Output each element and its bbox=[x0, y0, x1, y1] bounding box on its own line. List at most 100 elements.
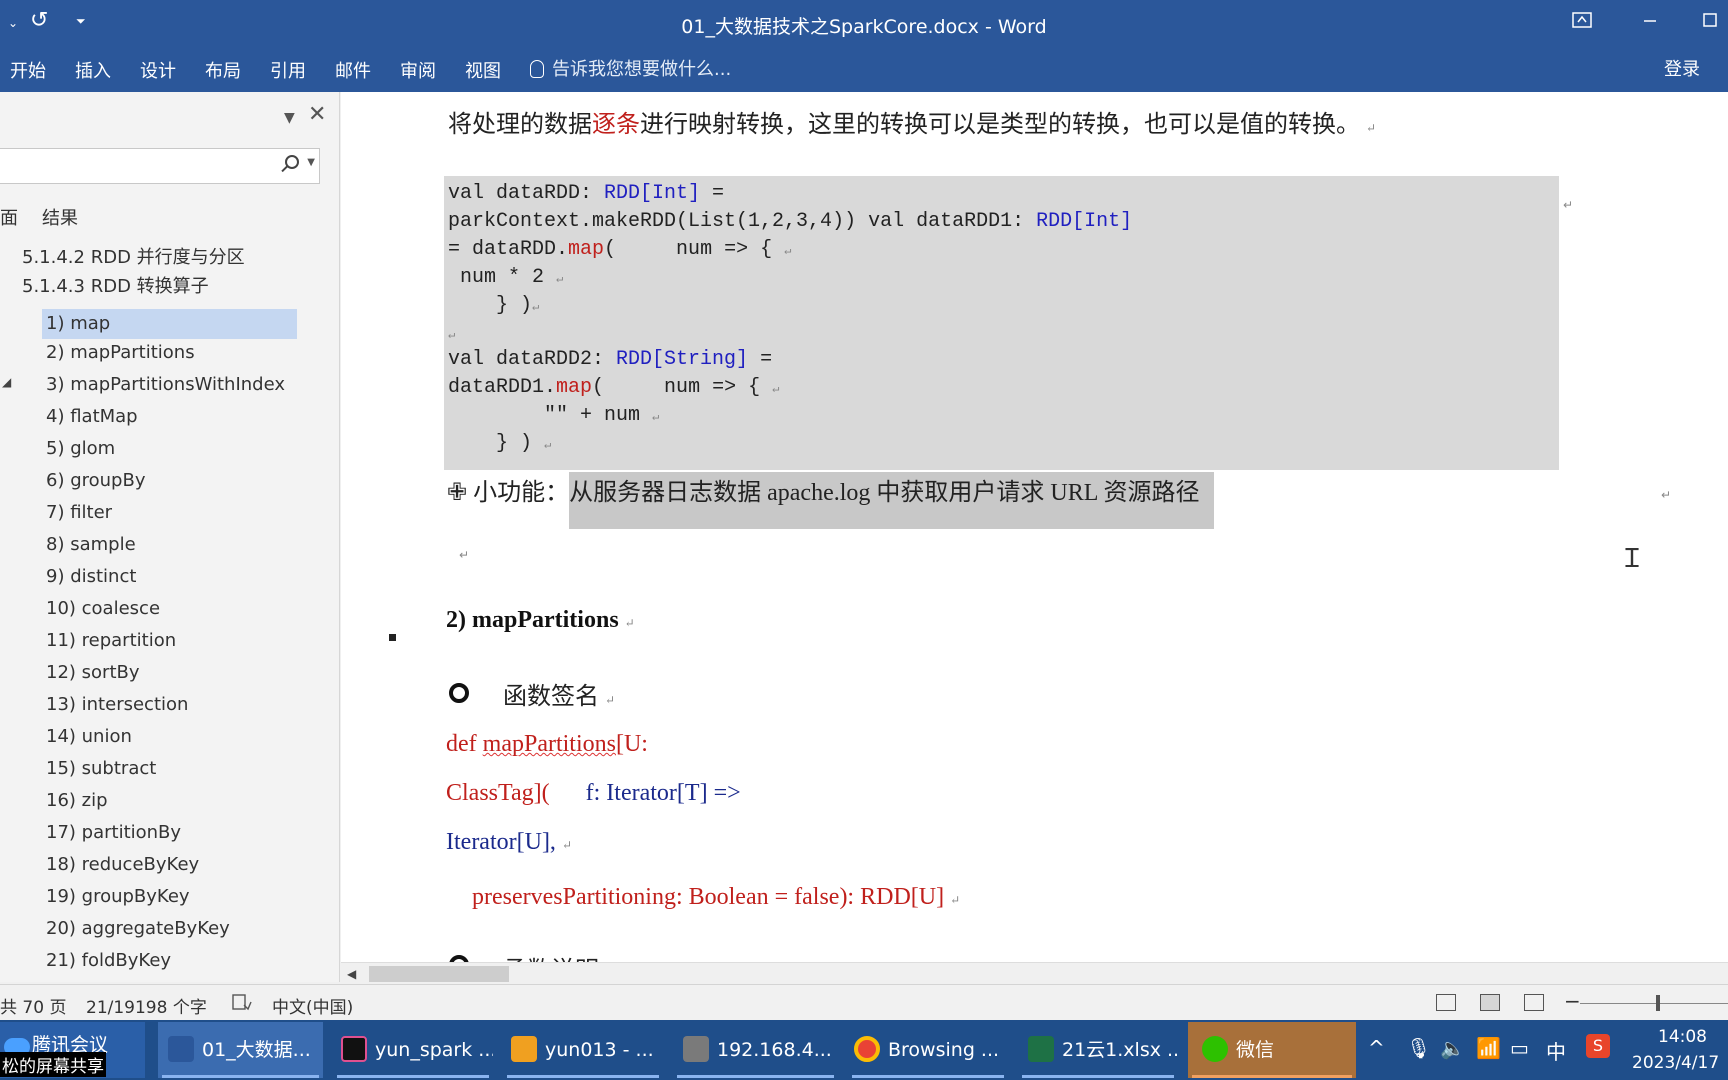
nav-item[interactable]: 12) sortBy bbox=[46, 658, 140, 688]
code-classtag-line: ClassTag](f: Iterator[T] => bbox=[446, 780, 741, 806]
bullet-circle-icon bbox=[449, 683, 469, 703]
intellij-icon bbox=[341, 1036, 367, 1062]
page-count[interactable]: 共 70 页 bbox=[0, 993, 66, 1018]
code-line: } ) ↵ bbox=[448, 432, 552, 455]
word-count[interactable]: 21/19198 个字 bbox=[86, 993, 207, 1018]
nav-item[interactable]: 16) zip bbox=[46, 786, 108, 816]
next-heading: 函数说明 bbox=[503, 950, 599, 962]
sogou-ime-icon[interactable]: S bbox=[1586, 1034, 1610, 1058]
taskbar-excel[interactable]: 21云1.xlsx ... bbox=[1018, 1022, 1178, 1078]
taskbar-intellij[interactable]: yun_spark ... bbox=[333, 1022, 493, 1078]
terminal-icon bbox=[511, 1036, 537, 1062]
meeting-app-button[interactable]: 腾讯会议 松的屏幕共享 bbox=[0, 1022, 145, 1078]
document-canvas[interactable]: 将处理的数据逐条进行映射转换，这里的转换可以是类型的转换，也可以是值的转换。 ↵… bbox=[341, 92, 1728, 962]
pane-options-icon[interactable]: ▼ bbox=[284, 110, 295, 126]
feature-paragraph: ✙ 小功能：从服务器日志数据 apache.log 中获取用户请求 URL 资源… bbox=[447, 472, 1214, 529]
zoom-slider-knob[interactable] bbox=[1656, 995, 1660, 1011]
paragraph-map-description: 将处理的数据逐条进行映射转换，这里的转换可以是类型的转换，也可以是值的转换。 ↵ bbox=[448, 112, 1377, 138]
taskbar-word[interactable]: 01_大数据... bbox=[158, 1022, 323, 1078]
paragraph-mark: ↵ bbox=[1563, 198, 1574, 212]
login-button[interactable]: 登录 bbox=[1664, 55, 1700, 81]
nav-search-input[interactable]: ▼ bbox=[0, 148, 320, 184]
tray-chevron-up-icon[interactable]: ^ bbox=[1368, 1036, 1385, 1060]
tell-me-search[interactable]: 告诉我您想要做什么... bbox=[530, 55, 731, 81]
microphone-icon[interactable]: 🎙 bbox=[1406, 1036, 1431, 1060]
tab-insert[interactable]: 插入 bbox=[75, 55, 111, 85]
volume-icon[interactable]: 🔈 bbox=[1440, 1036, 1465, 1060]
tab-home[interactable]: 开始 bbox=[10, 55, 46, 85]
code-iterator-line: Iterator[U], ↵ bbox=[446, 829, 572, 855]
bullet-circle-icon bbox=[449, 955, 469, 962]
network-icon[interactable]: 📶 bbox=[1476, 1036, 1501, 1060]
tab-view[interactable]: 视图 bbox=[465, 55, 501, 85]
code-line: val dataRDD2: RDD[String] = bbox=[448, 348, 773, 371]
tab-results[interactable]: 结果 bbox=[42, 204, 78, 230]
nav-item[interactable]: 13) intersection bbox=[46, 690, 188, 720]
nav-item[interactable]: 20) aggregateByKey bbox=[46, 914, 230, 944]
battery-icon[interactable]: ▭ bbox=[1510, 1036, 1529, 1060]
nav-item[interactable]: 21) foldByKey bbox=[46, 946, 171, 976]
nav-item[interactable]: 2) mapPartitions bbox=[46, 338, 195, 368]
excel-icon bbox=[1028, 1036, 1054, 1062]
code-block: val dataRDD: RDD[Int] = parkContext.make… bbox=[444, 176, 1559, 470]
ribbon-display-options-icon[interactable] bbox=[1562, 8, 1602, 38]
scroll-left-icon[interactable]: ◀ bbox=[347, 967, 356, 981]
zoom-slider[interactable] bbox=[1580, 1003, 1728, 1004]
section-heading: 2) mapPartitions ↵ bbox=[446, 607, 635, 633]
nav-item[interactable]: 7) filter bbox=[46, 498, 112, 528]
minimize-icon[interactable] bbox=[1630, 8, 1670, 38]
paragraph-mark: ↵ bbox=[1661, 488, 1672, 502]
chevron-down-icon[interactable]: ▼ bbox=[307, 157, 315, 168]
restore-icon[interactable] bbox=[1690, 8, 1728, 38]
nav-item[interactable]: 10) coalesce bbox=[46, 594, 160, 624]
nav-item[interactable]: 14) union bbox=[46, 722, 132, 752]
status-bar: 共 70 页 21/19198 个字 中文(中国) − bbox=[0, 984, 1728, 1020]
code-line: ↵ bbox=[448, 328, 456, 342]
nav-item[interactable]: 6) groupBy bbox=[46, 466, 145, 496]
web-layout-icon[interactable] bbox=[1524, 994, 1544, 1011]
remote-desktop-icon bbox=[683, 1036, 709, 1062]
zoom-out-icon[interactable]: − bbox=[1564, 989, 1581, 1013]
close-pane-icon[interactable]: ✕ bbox=[308, 102, 326, 127]
taskbar-wechat[interactable]: 微信 bbox=[1188, 1022, 1356, 1078]
code-line: dataRDD1.map( num => { ↵ bbox=[448, 376, 780, 399]
ime-indicator[interactable]: 中 bbox=[1546, 1036, 1566, 1065]
search-icon[interactable] bbox=[285, 155, 299, 169]
scrollbar-thumb[interactable] bbox=[369, 966, 509, 982]
title-bar: ⌄ ↺ ⏷ 01_大数据技术之SparkCore.docx - Word bbox=[0, 0, 1728, 46]
nav-item-map[interactable]: 1) map bbox=[42, 309, 297, 339]
code-line: "" + num ↵ bbox=[448, 404, 660, 427]
nav-item[interactable]: 15) subtract bbox=[46, 754, 156, 784]
nav-item-heading-5142[interactable]: 5.1.4.2 RDD 并行度与分区 bbox=[22, 243, 245, 273]
tell-me-text: 告诉我您想要做什么... bbox=[552, 59, 732, 80]
proofing-icon[interactable] bbox=[232, 993, 252, 1016]
nav-item[interactable]: 17) partitionBy bbox=[46, 818, 181, 848]
nav-item[interactable]: 11) repartition bbox=[46, 626, 176, 656]
tab-design[interactable]: 设计 bbox=[140, 55, 176, 85]
tab-review[interactable]: 审阅 bbox=[400, 55, 436, 85]
nav-item-heading-5143[interactable]: 5.1.4.3 RDD 转换算子 bbox=[22, 272, 209, 302]
horizontal-scrollbar[interactable]: ◀ bbox=[341, 962, 1728, 984]
navigation-pane: ▼ ✕ ▼ 面 结果 5.1.4.2 RDD 并行度与分区 ◢ 5.1.4.3 … bbox=[0, 92, 340, 982]
nav-item[interactable]: 9) distinct bbox=[46, 562, 136, 592]
nav-item[interactable]: 18) reduceByKey bbox=[46, 850, 199, 880]
read-mode-icon[interactable] bbox=[1436, 994, 1456, 1011]
code-preserves-line: preservesPartitioning: Boolean = false):… bbox=[472, 884, 961, 910]
nav-item[interactable]: 4) flatMap bbox=[46, 402, 138, 432]
tab-mailings[interactable]: 邮件 bbox=[335, 55, 371, 85]
tab-references[interactable]: 引用 bbox=[270, 55, 306, 85]
taskbar-terminal[interactable]: yun013 - ... bbox=[503, 1022, 663, 1078]
tab-layout[interactable]: 布局 bbox=[205, 55, 241, 85]
print-layout-icon[interactable] bbox=[1480, 994, 1500, 1011]
nav-item[interactable]: 5) glom bbox=[46, 434, 115, 464]
system-clock[interactable]: 14:08 2023/4/17 bbox=[1632, 1024, 1719, 1076]
taskbar-remote[interactable]: 192.168.4... bbox=[673, 1022, 838, 1078]
taskbar-chrome[interactable]: Browsing ... bbox=[848, 1022, 1008, 1078]
nav-item[interactable]: 3) mapPartitionsWithIndex bbox=[46, 370, 285, 400]
word-icon bbox=[168, 1036, 194, 1062]
collapse-triangle-icon[interactable]: ◢ bbox=[2, 375, 11, 389]
language-indicator[interactable]: 中文(中国) bbox=[272, 993, 353, 1018]
nav-item[interactable]: 8) sample bbox=[46, 530, 136, 560]
nav-item[interactable]: 19) groupByKey bbox=[46, 882, 190, 912]
tab-pages[interactable]: 面 bbox=[0, 204, 18, 230]
